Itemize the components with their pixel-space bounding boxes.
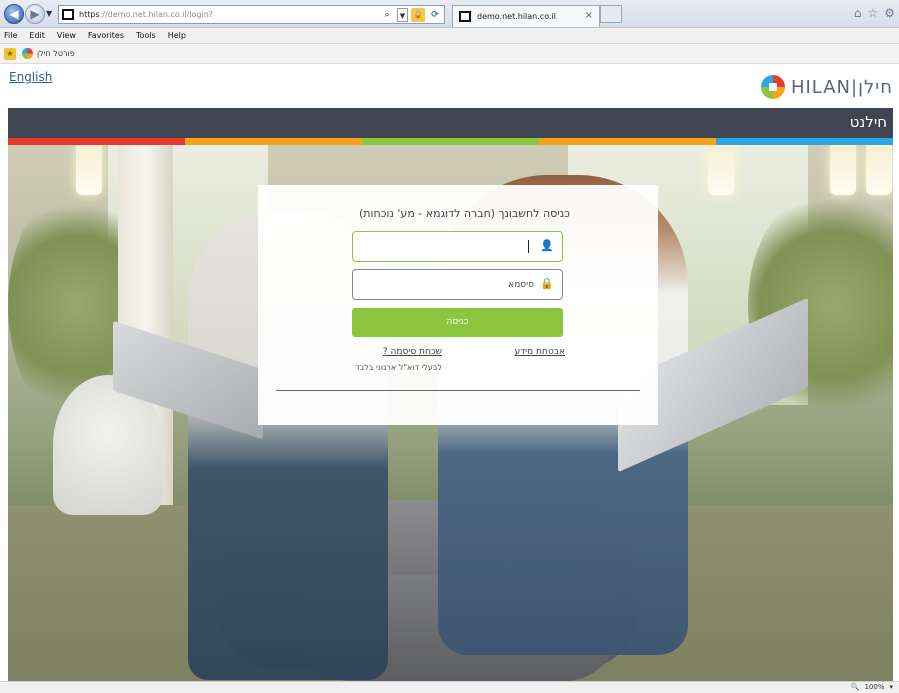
favorites-item-label: פורטל חילן (37, 49, 75, 58)
page-content: English HILAN|חילן חילנט כניסה לחשבונך (… (0, 65, 899, 681)
close-tab-icon[interactable]: × (585, 10, 593, 21)
favorites-add-icon[interactable]: ★ (4, 48, 16, 60)
site-favicon-icon (62, 9, 74, 20)
menu-tools[interactable]: Tools (136, 31, 156, 40)
address-bar[interactable]: https://demo.net.hilan.co.il/login? ⌕ ▼ … (58, 5, 445, 24)
lock-icon[interactable]: 🔒 (411, 7, 425, 22)
address-dropdown-icon[interactable]: ▼ (397, 7, 408, 22)
zoom-dropdown-icon[interactable]: ▾ (889, 683, 893, 691)
color-strip-segment (362, 138, 539, 145)
login-heading: כניסה לחשבונך (חברה לדוגמא - מע' נוכחות) (358, 207, 570, 220)
menu-file[interactable]: File (4, 31, 17, 40)
menu-help[interactable]: Help (168, 31, 186, 40)
english-language-link[interactable]: English (9, 70, 52, 84)
hilan-logo-icon (760, 75, 785, 99)
menu-bar: File Edit View Favorites Tools Help (0, 28, 899, 44)
photo-lamp (76, 145, 102, 195)
history-dropdown-icon[interactable]: ▼ (46, 9, 52, 18)
photo-lamp (708, 145, 734, 195)
forward-button[interactable]: ▶ (25, 4, 45, 24)
tab-favicon-icon (459, 11, 471, 22)
refresh-icon[interactable]: ⟳ (428, 8, 442, 22)
status-bar: 🔍 100% ▾ (0, 681, 899, 693)
hilan-brand[interactable]: HILAN|חילן (760, 75, 893, 99)
login-button[interactable]: כניסה (352, 308, 563, 337)
menu-edit[interactable]: Edit (29, 31, 45, 40)
brand-text: HILAN|חילן (790, 76, 893, 98)
zoom-control[interactable]: 🔍 100% ▾ (851, 683, 893, 691)
favorites-star-icon[interactable]: ☆ (867, 6, 878, 20)
color-strip-segment (185, 138, 362, 145)
zoom-icon: 🔍 (850, 683, 860, 691)
favorites-bar: ★ פורטל חילן (0, 44, 899, 64)
color-strip-segment (539, 138, 716, 145)
photo-lamp (866, 145, 892, 195)
color-strip (8, 138, 893, 145)
hilan-logo-icon (22, 48, 33, 59)
password-input[interactable] (364, 276, 534, 294)
tab-title: demo.net.hilan.co.il (477, 12, 556, 21)
menu-view[interactable]: View (57, 31, 76, 40)
login-panel: כניסה לחשבונך (חברה לדוגמא - מע' נוכחות)… (258, 185, 658, 425)
username-field[interactable]: 👤 (352, 231, 563, 262)
address-bar-icons: ⌕ ▼ 🔒 ⟳ (380, 7, 442, 22)
home-icon[interactable]: ⌂ (854, 6, 862, 20)
forgot-password-link[interactable]: שכחת סיסמה ? (383, 347, 442, 357)
text-caret (528, 240, 529, 253)
url-path: ://demo.net.hilan.co.il/login? (99, 10, 214, 19)
security-info-link[interactable]: אבטחת מידע (515, 347, 565, 357)
color-strip-segment (716, 138, 893, 145)
back-button[interactable]: ◀ (4, 4, 24, 24)
forgot-password-note: לבעלי דוא"ל ארגוני בלבד (355, 363, 442, 372)
divider (276, 390, 640, 391)
address-toolbar: ◀ ▶ ▼ https://demo.net.hilan.co.il/login… (0, 0, 899, 28)
favorites-item-hilan-portal[interactable]: פורטל חילן (22, 48, 75, 59)
color-strip-segment (8, 138, 185, 145)
new-tab-button[interactable] (600, 5, 622, 23)
browser-window: ◀ ▶ ▼ https://demo.net.hilan.co.il/login… (0, 0, 899, 693)
photo-lamp (830, 145, 856, 195)
page-title: חילנט (849, 113, 887, 131)
search-icon[interactable]: ⌕ (380, 8, 394, 22)
lock-icon: 🔒 (540, 277, 554, 290)
tab-demo-hilan[interactable]: demo.net.hilan.co.il × (452, 5, 600, 27)
url-text[interactable]: https://demo.net.hilan.co.il/login? (79, 10, 213, 19)
user-icon: 👤 (540, 239, 554, 252)
username-input[interactable] (364, 238, 534, 256)
zoom-level: 100% (864, 683, 885, 691)
settings-gear-icon[interactable]: ⚙ (884, 6, 895, 20)
page-title-bar: חילנט (8, 108, 893, 138)
url-protocol: https (79, 10, 100, 19)
menu-favorites[interactable]: Favorites (88, 31, 124, 40)
browser-tools: ⌂ ☆ ⚙ (854, 6, 895, 20)
password-field[interactable]: 🔒 (352, 269, 563, 300)
